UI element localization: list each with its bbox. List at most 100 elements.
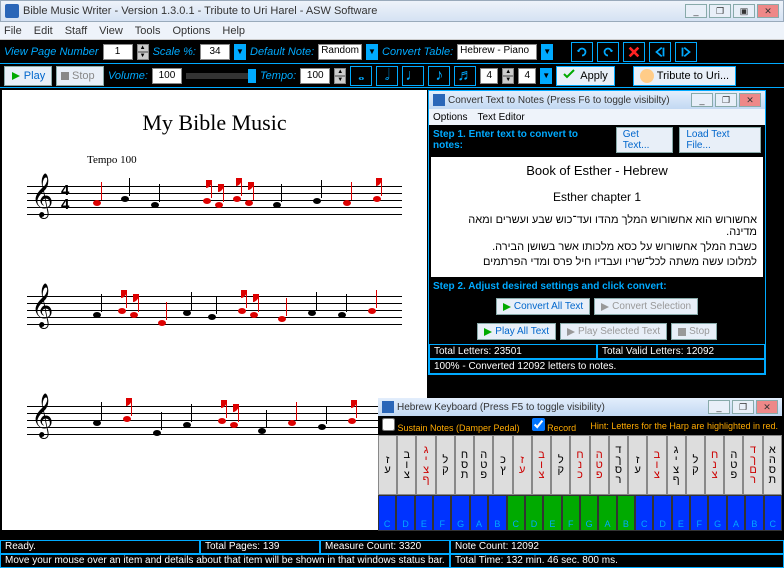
dialog-maximize-button[interactable]: ❐ <box>715 93 737 107</box>
minimize-button[interactable]: _ <box>685 4 707 18</box>
timesig-den-dropdown[interactable]: ▼ <box>540 68 552 84</box>
piano-key[interactable]: C <box>635 495 653 531</box>
play-button[interactable]: Play <box>4 66 52 86</box>
menu-tools[interactable]: Tools <box>135 25 161 37</box>
sustain-checkbox[interactable]: Sustain Notes (Damper Pedal) <box>382 418 520 433</box>
timesig-den-input[interactable] <box>518 68 536 84</box>
menu-edit[interactable]: Edit <box>34 25 53 37</box>
kbd-maximize-button[interactable]: ❐ <box>732 400 754 414</box>
dialog-minimize-button[interactable]: _ <box>691 93 713 107</box>
piano-key[interactable]: A <box>598 495 616 531</box>
note-eighth-button[interactable]: ♪ <box>428 66 450 86</box>
keyboard-dialog-titlebar[interactable]: Hebrew Keyboard (Press F5 to toggle visi… <box>378 398 782 416</box>
hebrew-key[interactable]: גיצף <box>667 435 686 495</box>
convert-table-select[interactable]: Hebrew - Piano <box>457 44 537 60</box>
piano-key[interactable]: G <box>708 495 726 531</box>
hebrew-key[interactable]: לק <box>686 435 705 495</box>
piano-key[interactable]: A <box>470 495 488 531</box>
timesig-num-spinner[interactable]: ▲▼ <box>502 68 514 84</box>
piano-key[interactable]: A <box>727 495 745 531</box>
hebrew-key[interactable]: לק <box>436 435 455 495</box>
volume-slider[interactable] <box>186 73 256 79</box>
piano-key[interactable]: F <box>562 495 580 531</box>
restore-button[interactable]: ▣ <box>733 4 755 18</box>
piano-key[interactable]: F <box>690 495 708 531</box>
piano-key[interactable]: E <box>672 495 690 531</box>
delete-button[interactable] <box>623 42 645 62</box>
score-area[interactable]: My Bible Music Tempo 100 𝄞 44 𝄞 <box>2 90 427 530</box>
menu-file[interactable]: File <box>4 25 22 37</box>
piano-key[interactable]: G <box>580 495 598 531</box>
hebrew-key[interactable]: בוצ <box>532 435 551 495</box>
hebrew-key[interactable]: זע <box>628 435 647 495</box>
kbd-close-button[interactable]: ✕ <box>756 400 778 414</box>
hebrew-key[interactable]: כץ <box>493 435 512 495</box>
piano-key[interactable]: G <box>451 495 469 531</box>
hebrew-key[interactable]: חנכ <box>570 435 589 495</box>
apply-button[interactable]: Apply <box>556 66 615 86</box>
convert-table-dropdown[interactable]: ▼ <box>541 44 553 60</box>
play-selected-text-button[interactable]: Play Selected Text <box>560 323 667 340</box>
scale-dropdown[interactable]: ▼ <box>234 44 246 60</box>
hebrew-key[interactable]: בוצ <box>647 435 666 495</box>
play-all-text-button[interactable]: Play All Text <box>477 323 556 340</box>
menu-view[interactable]: View <box>99 25 123 37</box>
hebrew-key[interactable]: הטפ <box>590 435 609 495</box>
piano-key[interactable]: C <box>507 495 525 531</box>
menu-staff[interactable]: Staff <box>65 25 87 37</box>
convert-menu-texteditor[interactable]: Text Editor <box>477 112 524 123</box>
piano-key[interactable]: B <box>617 495 635 531</box>
record-checkbox[interactable]: Record <box>532 418 577 433</box>
convert-menu-options[interactable]: Options <box>433 112 467 123</box>
convert-selection-button[interactable]: Convert Selection <box>594 298 698 315</box>
note-sixteenth-button[interactable]: ♬ <box>454 66 476 86</box>
page-spinner[interactable]: ▲▼ <box>137 44 149 60</box>
default-note-dropdown[interactable]: ▼ <box>366 44 378 60</box>
tempo-input[interactable] <box>300 68 330 84</box>
get-text-button[interactable]: Get Text... <box>616 127 674 153</box>
page-input[interactable] <box>103 44 133 60</box>
hebrew-key[interactable]: דךסר <box>609 435 628 495</box>
tribute-button[interactable]: Tribute to Uri... <box>633 66 736 86</box>
load-text-file-button[interactable]: Load Text File... <box>679 127 761 153</box>
scale-input[interactable] <box>200 44 230 60</box>
menu-help[interactable]: Help <box>222 25 245 37</box>
hebrew-key[interactable]: חנצ <box>705 435 724 495</box>
menu-options[interactable]: Options <box>172 25 210 37</box>
piano-key[interactable]: B <box>488 495 506 531</box>
timesig-num-input[interactable] <box>480 68 498 84</box>
piano-key[interactable]: F <box>433 495 451 531</box>
convert-all-button[interactable]: Convert All Text <box>496 298 590 315</box>
hebrew-key[interactable]: דךםר <box>743 435 762 495</box>
piano-key[interactable]: C <box>378 495 396 531</box>
volume-input[interactable] <box>152 68 182 84</box>
dialog-close-button[interactable]: ✕ <box>739 93 761 107</box>
convert-text-area[interactable]: Book of Esther - Hebrew Esther chapter 1… <box>431 157 763 277</box>
piano-key[interactable]: D <box>525 495 543 531</box>
hebrew-key[interactable]: גיצף <box>416 435 435 495</box>
prev-button[interactable] <box>649 42 671 62</box>
convert-dialog-titlebar[interactable]: Convert Text to Notes (Press F6 to toggl… <box>429 91 765 109</box>
hebrew-key[interactable]: הטפ <box>474 435 493 495</box>
piano-key[interactable]: B <box>745 495 763 531</box>
dialog-stop-button[interactable]: Stop <box>671 323 717 340</box>
note-whole-button[interactable]: 𝅝 <box>350 66 372 86</box>
hebrew-key[interactable]: זע <box>513 435 532 495</box>
next-button[interactable] <box>675 42 697 62</box>
close-button[interactable]: ✕ <box>757 4 779 18</box>
hebrew-key[interactable]: בוצ <box>397 435 416 495</box>
piano-key[interactable]: E <box>415 495 433 531</box>
piano-key[interactable]: E <box>543 495 561 531</box>
hebrew-key[interactable]: אהסת <box>763 435 782 495</box>
default-note-select[interactable]: Random <box>318 44 362 60</box>
undo-button[interactable] <box>571 42 593 62</box>
stop-button[interactable]: Stop <box>56 66 104 86</box>
note-quarter-button[interactable]: ♩ <box>402 66 424 86</box>
piano-key[interactable]: C <box>764 495 782 531</box>
maximize-button[interactable]: ❐ <box>709 4 731 18</box>
hebrew-key[interactable]: הטפ <box>724 435 743 495</box>
redo-button[interactable] <box>597 42 619 62</box>
hebrew-key[interactable]: זע <box>378 435 397 495</box>
piano-key[interactable]: D <box>653 495 671 531</box>
note-half-button[interactable]: 𝅗𝅥 <box>376 66 398 86</box>
